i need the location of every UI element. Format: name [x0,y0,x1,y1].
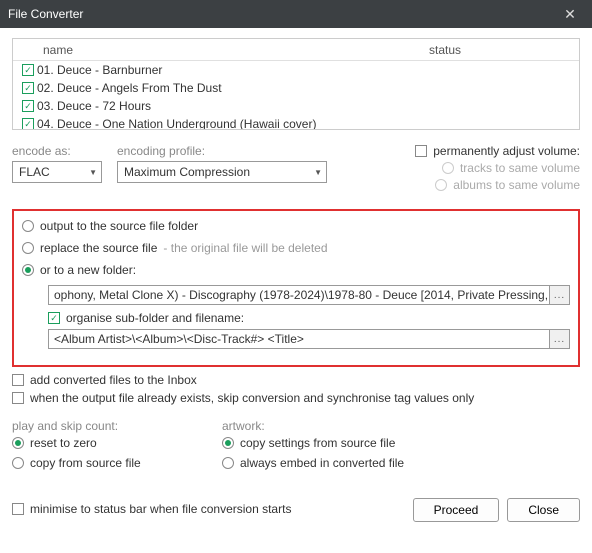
radio-new-folder[interactable] [22,264,34,276]
playskip-label: play and skip count: [12,419,222,433]
file-name: 01. Deuce - Barnburner [37,63,162,77]
radio-copy-source[interactable] [12,457,24,469]
radio-reset-zero[interactable] [12,437,24,449]
browse-pattern-button[interactable]: ... [550,329,570,349]
output-source-label: output to the source file folder [40,219,198,233]
radio-tracks-same [442,162,454,174]
add-inbox-label: add converted files to the Inbox [30,373,197,387]
close-icon[interactable]: ✕ [556,6,584,23]
add-inbox-checkbox[interactable] [12,374,24,386]
replace-source-label: replace the source file [40,241,157,255]
close-button[interactable]: Close [507,498,580,522]
table-row[interactable]: ✓ 04. Deuce - One Nation Underground (Ha… [13,115,579,130]
perm-adjust-label: permanently adjust volume: [433,144,580,158]
profile-combo[interactable]: Maximum Compression ▼ [117,161,327,183]
artwork-label: artwork: [222,419,432,433]
file-name: 04. Deuce - One Nation Underground (Hawa… [37,117,316,130]
check-icon[interactable]: ✓ [22,118,34,130]
check-icon[interactable]: ✓ [22,64,34,76]
proceed-button[interactable]: Proceed [413,498,500,522]
file-name: 03. Deuce - 72 Hours [37,99,151,113]
check-icon[interactable]: ✓ [22,100,34,112]
organise-checkbox[interactable]: ✓ [48,312,60,324]
skip-sync-label: when the output file already exists, ski… [30,391,474,405]
check-icon[interactable]: ✓ [22,82,34,94]
profile-value: Maximum Compression [124,165,250,179]
chevron-down-icon: ▼ [89,168,97,177]
radio-output-source[interactable] [22,220,34,232]
file-list[interactable]: name status ✓ 01. Deuce - Barnburner ✓ 0… [12,38,580,130]
titlebar: File Converter ✕ [0,0,592,28]
table-row[interactable]: ✓ 02. Deuce - Angels From The Dust [13,79,579,97]
table-row[interactable]: ✓ 01. Deuce - Barnburner [13,61,579,79]
col-header-status[interactable]: status [429,43,579,57]
window-title: File Converter [8,7,83,21]
radio-artwork-embed[interactable] [222,457,234,469]
replace-hint: - the original file will be deleted [163,241,327,255]
albums-same-label: albums to same volume [453,178,580,192]
minimise-label: minimise to status bar when file convers… [30,502,291,516]
organise-label: organise sub-folder and filename: [66,311,244,325]
output-options-box: output to the source file folder replace… [12,209,580,367]
perm-adjust-checkbox[interactable] [415,145,427,157]
folder-path-input[interactable]: ophony, Metal Clone X) - Discography (19… [48,285,550,305]
profile-label: encoding profile: [117,144,342,158]
chevron-down-icon: ▼ [314,168,322,177]
artwork-copy-label: copy settings from source file [240,436,395,450]
encode-as-label: encode as: [12,144,117,158]
new-folder-label: or to a new folder: [40,263,136,277]
tracks-same-label: tracks to same volume [460,161,580,175]
encode-as-combo[interactable]: FLAC ▼ [12,161,102,183]
encode-as-value: FLAC [19,165,50,179]
radio-replace-source[interactable] [22,242,34,254]
browse-folder-button[interactable]: ... [550,285,570,305]
copy-source-label: copy from source file [30,456,141,470]
artwork-embed-label: always embed in converted file [240,456,404,470]
file-list-header: name status [13,39,579,61]
pattern-input[interactable]: <Album Artist>\<Album>\<Disc-Track#> <Ti… [48,329,550,349]
table-row[interactable]: ✓ 03. Deuce - 72 Hours [13,97,579,115]
radio-artwork-copy[interactable] [222,437,234,449]
minimise-checkbox[interactable] [12,503,24,515]
reset-zero-label: reset to zero [30,436,97,450]
skip-sync-checkbox[interactable] [12,392,24,404]
radio-albums-same [435,179,447,191]
file-name: 02. Deuce - Angels From The Dust [37,81,222,95]
col-header-name[interactable]: name [13,43,429,57]
